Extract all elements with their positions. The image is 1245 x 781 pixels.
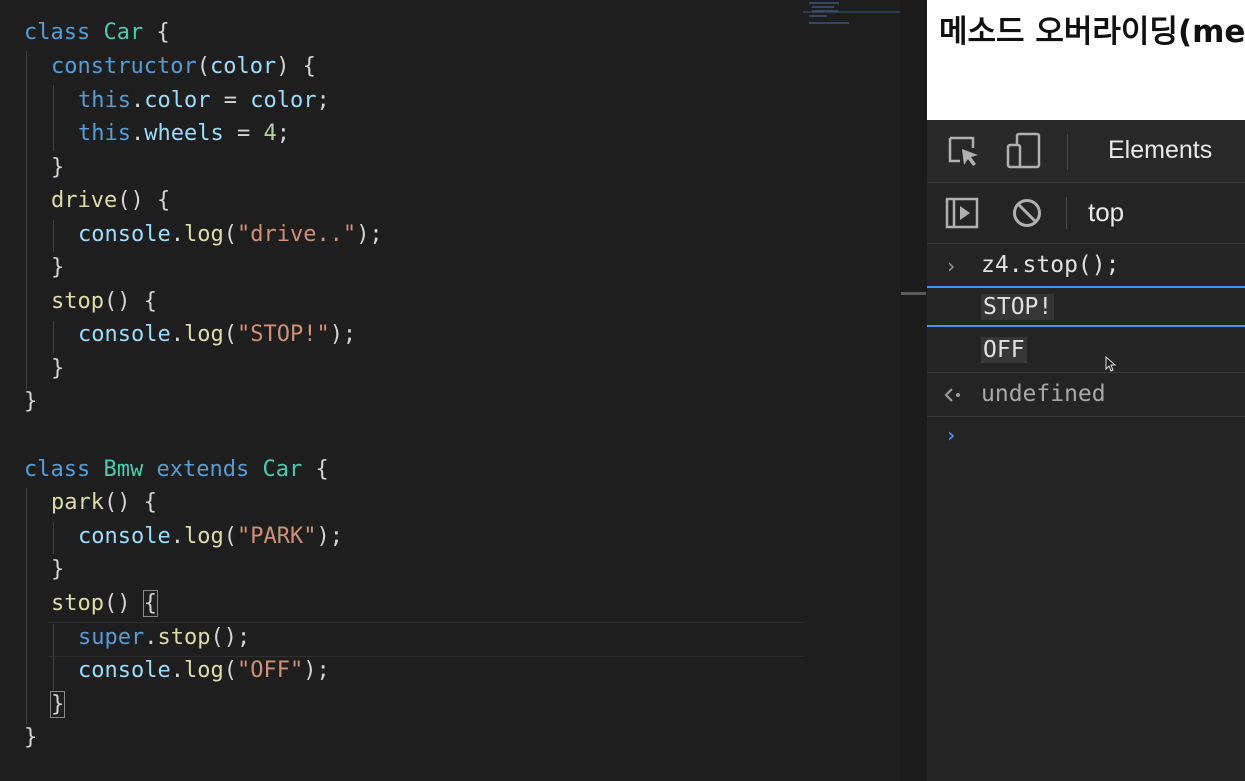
code-line[interactable]: super.stop(); [78, 621, 250, 655]
code-line[interactable]: drive() { [51, 184, 170, 218]
code-line[interactable]: } [51, 251, 64, 285]
inspect-icon[interactable] [947, 135, 981, 169]
scrollbar-thumb[interactable] [901, 292, 926, 295]
code-line[interactable]: } [51, 151, 64, 185]
indent-guide [26, 51, 27, 389]
console-prompt[interactable]: › [927, 417, 1245, 457]
chevron-right-icon: › [945, 254, 958, 278]
console-input-row: › z4.stop(); [927, 244, 1245, 286]
code-line[interactable]: constructor(color) { [51, 50, 316, 84]
code-line[interactable]: console.log("OFF"); [78, 654, 330, 688]
code-line[interactable]: } [51, 352, 64, 386]
device-toolbar-icon[interactable] [1006, 132, 1042, 170]
class-name-token: Car [103, 20, 144, 45]
devtools-toolbar: Elements [927, 120, 1245, 183]
console-toolbar: top [927, 183, 1245, 244]
tab-elements[interactable]: Elements [1108, 136, 1212, 165]
code-line[interactable]: stop() { [51, 587, 159, 621]
toolbar-separator [1066, 197, 1067, 229]
code-line[interactable]: class Car { [24, 16, 170, 50]
page-title: 메소드 오버라이딩(method overriding) [939, 14, 1245, 50]
code-line[interactable]: console.log("PARK"); [78, 520, 343, 554]
code-line[interactable]: console.log("STOP!"); [78, 318, 356, 352]
web-page: 메소드 오버라이딩(method overriding) [927, 0, 1245, 120]
code-line[interactable]: class Bmw extends Car { [24, 453, 329, 487]
console-output-row: STOP! [927, 286, 1245, 327]
code-line[interactable]: console.log("drive.."); [78, 218, 383, 252]
sidebar-toggle-icon[interactable] [945, 197, 979, 229]
code-line[interactable]: park() { [51, 486, 157, 520]
code-line[interactable]: } [24, 385, 37, 419]
keyword-token: class [24, 20, 91, 45]
matched-brace: } [49, 691, 66, 718]
browser-panel: 메소드 오버라이딩(method overriding) Elements to… [927, 0, 1245, 781]
code-line[interactable]: this.color = color; [78, 84, 330, 118]
console-result-text: undefined [981, 381, 1106, 407]
matched-brace: { [142, 590, 159, 617]
console-command: z4.stop(); [981, 252, 1120, 278]
console-result-row: undefined [927, 373, 1245, 417]
code-line[interactable]: } [24, 721, 37, 755]
clear-console-icon[interactable] [1011, 197, 1043, 229]
console-output-text: STOP! [981, 294, 1055, 320]
context-selector[interactable]: top [1088, 197, 1124, 228]
indent-guide [53, 220, 54, 252]
indent-guide [53, 321, 54, 353]
toolbar-separator [1067, 134, 1068, 170]
code-line[interactable]: this.wheels = 4; [78, 117, 290, 151]
keyword-token: constructor [51, 54, 197, 79]
editor-scrollbar[interactable] [900, 0, 927, 781]
indent-guide [53, 522, 54, 554]
console-output-row: OFF [927, 329, 1245, 373]
return-arrow-icon [944, 388, 960, 402]
code-line[interactable]: } [49, 688, 66, 722]
code-line[interactable]: stop() { [51, 285, 157, 319]
indent-guide [26, 488, 27, 724]
minimap[interactable] [803, 0, 900, 40]
code-line[interactable]: } [51, 553, 64, 587]
mouse-cursor-icon [1105, 356, 1117, 372]
chevron-right-icon: › [945, 423, 958, 447]
indent-guide [53, 85, 54, 151]
console-output-text: OFF [981, 337, 1027, 363]
code-editor[interactable]: class Car { constructor(color) { this.co… [0, 0, 900, 781]
